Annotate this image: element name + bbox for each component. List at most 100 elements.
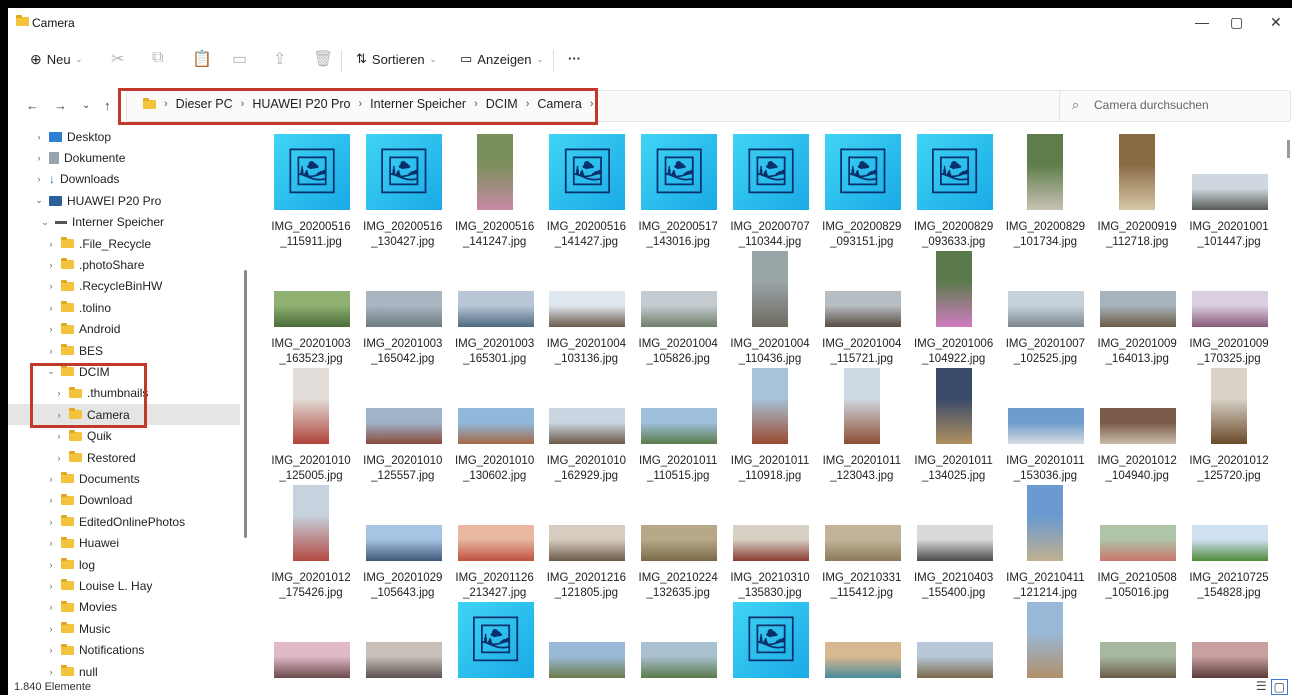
sidebar-item[interactable]: › Notifications: [8, 640, 240, 661]
file-item[interactable]: [1184, 598, 1274, 690]
sidebar-item[interactable]: › Desktop: [8, 126, 240, 147]
file-item[interactable]: 🖼 IMG_20200829 _093633.jpg: [909, 130, 999, 248]
paste-icon[interactable]: 📋: [192, 49, 212, 69]
sidebar-item[interactable]: ⌄ HUAWEI P20 Pro: [8, 190, 240, 211]
file-item[interactable]: IMG_20210508 _105016.jpg: [1092, 481, 1182, 599]
file-item[interactable]: IMG_20201004 _110436.jpg: [725, 247, 815, 365]
file-item[interactable]: IMG_20201006 _104922.jpg: [909, 247, 999, 365]
chevron-right-icon[interactable]: ›: [46, 260, 56, 270]
chevron-right-icon[interactable]: ›: [46, 346, 56, 356]
file-item[interactable]: IMG_20200919 _112718.jpg: [1092, 130, 1182, 248]
sidebar-item[interactable]: › Dokumente: [8, 147, 240, 168]
file-item[interactable]: [633, 598, 723, 690]
file-item[interactable]: IMG_20201216 _121805.jpg: [541, 481, 631, 599]
photo-thumbnail[interactable]: [1192, 291, 1268, 327]
photo-thumbnail[interactable]: [935, 368, 972, 444]
chevron-right-icon[interactable]: ›: [46, 281, 56, 291]
photo-thumbnail[interactable]: [549, 408, 626, 444]
file-item[interactable]: [541, 598, 631, 690]
copy-icon[interactable]: ⧉: [152, 49, 163, 67]
chevron-right-icon[interactable]: ›: [46, 560, 56, 570]
photo-thumbnail[interactable]: [733, 525, 809, 561]
chevron-down-icon[interactable]: ⌄: [34, 195, 44, 206]
file-item[interactable]: [909, 598, 999, 690]
file-item[interactable]: IMG_20201009 _170325.jpg: [1184, 247, 1274, 365]
chevron-right-icon[interactable]: ›: [34, 153, 44, 163]
photo-thumbnail[interactable]: [549, 525, 626, 561]
new-button[interactable]: ⊕ Neu ⌄: [30, 51, 82, 68]
chevron-right-icon[interactable]: ›: [46, 517, 56, 527]
details-view-icon[interactable]: ☰: [1256, 679, 1267, 695]
chevron-right-icon[interactable]: ›: [46, 495, 56, 505]
photo-thumbnail[interactable]: [1192, 174, 1268, 210]
image-file-icon[interactable]: 🖼: [549, 134, 626, 210]
photo-thumbnail[interactable]: [457, 291, 534, 327]
file-item[interactable]: IMG_20201003 _163523.jpg: [266, 247, 356, 365]
sidebar-item[interactable]: › Huawei: [8, 533, 240, 554]
photo-thumbnail[interactable]: [274, 291, 350, 327]
sidebar-item[interactable]: › .RecycleBinHW: [8, 276, 240, 297]
sidebar-item[interactable]: › Download: [8, 490, 240, 511]
more-options-button[interactable]: ···: [568, 51, 581, 66]
file-item[interactable]: 🖼 IMG_20200516 _130427.jpg: [358, 130, 448, 248]
sidebar-item[interactable]: › .tolino: [8, 297, 240, 318]
photo-thumbnail[interactable]: [641, 291, 718, 327]
file-item[interactable]: IMG_20201012 _125720.jpg: [1184, 364, 1274, 482]
photo-thumbnail[interactable]: [1100, 291, 1177, 327]
chevron-right-icon[interactable]: ›: [46, 538, 56, 548]
photo-thumbnail[interactable]: [641, 642, 718, 678]
file-item[interactable]: 🖼 IMG_20200829 _093151.jpg: [817, 130, 907, 248]
sort-button[interactable]: ⇅ Sortieren ⌄: [356, 51, 436, 67]
file-item[interactable]: [817, 598, 907, 690]
photo-thumbnail[interactable]: [1211, 368, 1247, 444]
sidebar-item[interactable]: › Music: [8, 618, 240, 639]
photo-thumbnail[interactable]: [1027, 602, 1064, 678]
file-item[interactable]: IMG_20201010 _125557.jpg: [358, 364, 448, 482]
photo-thumbnail[interactable]: [916, 642, 993, 678]
photo-thumbnail[interactable]: [1192, 525, 1268, 561]
image-file-icon[interactable]: 🖼: [274, 134, 350, 210]
sidebar-item[interactable]: › Quik: [8, 426, 240, 447]
photo-thumbnail[interactable]: [549, 291, 626, 327]
file-item[interactable]: IMG_20210331 _115412.jpg: [817, 481, 907, 599]
file-item[interactable]: [358, 598, 448, 690]
sidebar-item[interactable]: › Documents: [8, 468, 240, 489]
photo-thumbnail[interactable]: [365, 525, 442, 561]
photo-thumbnail[interactable]: [641, 525, 718, 561]
file-item[interactable]: IMG_20210310 _135830.jpg: [725, 481, 815, 599]
file-item[interactable]: IMG_20210411 _121214.jpg: [1000, 481, 1090, 599]
photo-thumbnail[interactable]: [549, 642, 626, 678]
file-item[interactable]: IMG_20201011 _153036.jpg: [1000, 364, 1090, 482]
minimize-button[interactable]: —: [1195, 14, 1209, 30]
image-file-icon[interactable]: 🖼: [733, 134, 809, 210]
image-file-icon[interactable]: 🖼: [457, 602, 534, 678]
photo-thumbnail[interactable]: [476, 134, 513, 210]
sidebar-item[interactable]: › ↓ Downloads: [8, 169, 240, 190]
sidebar-scrollbar[interactable]: [244, 270, 247, 538]
sidebar-item[interactable]: › log: [8, 554, 240, 575]
photo-thumbnail[interactable]: [457, 408, 534, 444]
file-item[interactable]: IMG_20201011 _110918.jpg: [725, 364, 815, 482]
image-file-icon[interactable]: 🖼: [365, 134, 442, 210]
file-item[interactable]: [266, 598, 356, 690]
photo-thumbnail[interactable]: [293, 368, 329, 444]
photo-thumbnail[interactable]: [843, 368, 880, 444]
sidebar-item[interactable]: › Movies: [8, 597, 240, 618]
photo-thumbnail[interactable]: [274, 642, 350, 678]
sidebar-item[interactable]: › EditedOnlinePhotos: [8, 511, 240, 532]
chevron-right-icon[interactable]: ›: [34, 132, 44, 142]
chevron-right-icon[interactable]: ›: [46, 581, 56, 591]
file-item[interactable]: IMG_20210224 _132635.jpg: [633, 481, 723, 599]
tiles-view-icon[interactable]: ▢: [1270, 679, 1288, 695]
photo-thumbnail[interactable]: [752, 251, 788, 327]
file-item[interactable]: IMG_20201029 _105643.jpg: [358, 481, 448, 599]
sidebar-item[interactable]: › .photoShare: [8, 254, 240, 275]
chevron-right-icon[interactable]: ›: [46, 624, 56, 634]
file-item[interactable]: IMG_20201011 _134025.jpg: [909, 364, 999, 482]
photo-thumbnail[interactable]: [824, 291, 901, 327]
file-item[interactable]: IMG_20210725 _154828.jpg: [1184, 481, 1274, 599]
sidebar-item[interactable]: › null: [8, 661, 240, 680]
file-item[interactable]: 🖼: [725, 598, 815, 690]
photo-thumbnail[interactable]: [1100, 525, 1177, 561]
file-item[interactable]: IMG_20201012 _104940.jpg: [1092, 364, 1182, 482]
